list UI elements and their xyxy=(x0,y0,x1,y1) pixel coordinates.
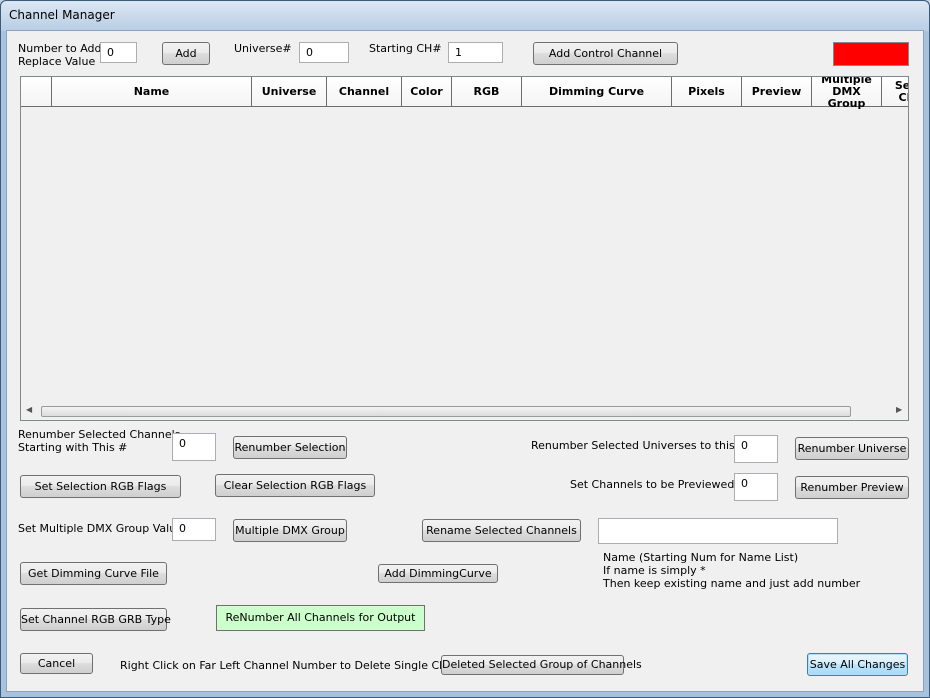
title-bar[interactable]: Channel Manager xyxy=(1,1,929,31)
rename-hint-2: If name is simply * xyxy=(603,564,706,577)
column-header-preview[interactable]: Preview xyxy=(742,77,812,107)
dmx-group-input[interactable]: 0 xyxy=(172,518,216,541)
renumber-preview-button[interactable]: Renumber Preview xyxy=(795,476,909,499)
renumber-universe-button[interactable]: Renumber Universe xyxy=(795,437,909,460)
column-header-dimming-curve[interactable]: Dimming Curve xyxy=(522,77,672,107)
renumber-selection-button[interactable]: Renumber Selection xyxy=(233,436,347,459)
color-swatch[interactable] xyxy=(833,42,909,66)
column-header-pixels[interactable]: Pixels xyxy=(672,77,742,107)
row-header-corner[interactable] xyxy=(21,77,52,107)
channel-grid[interactable]: Name Universe Channel Color RGB Dimming … xyxy=(20,76,909,421)
universe-input[interactable]: 0 xyxy=(299,42,349,63)
starting-ch-input[interactable]: 1 xyxy=(448,42,503,63)
get-dimming-curve-file-button[interactable]: Get Dimming Curve File xyxy=(20,562,167,585)
right-click-hint: Right Click on Far Left Channel Number t… xyxy=(120,659,477,672)
add-button[interactable]: Add xyxy=(162,42,210,65)
column-header-seg-ch[interactable]: Seg Ch xyxy=(882,77,908,107)
scroll-left-icon[interactable]: ◀ xyxy=(26,405,32,414)
preview-input[interactable]: 0 xyxy=(734,473,778,501)
column-header-name[interactable]: Name xyxy=(52,77,252,107)
set-channel-rgb-grb-type-button[interactable]: Set Channel RGB GRB Type xyxy=(20,608,171,631)
dmx-group-label: Set Multiple DMX Group Value xyxy=(18,522,183,535)
column-header-color[interactable]: Color xyxy=(402,77,452,107)
save-all-changes-button[interactable]: Save All Changes xyxy=(807,653,908,676)
number-to-add-input[interactable]: 0 xyxy=(100,42,137,63)
rename-input[interactable] xyxy=(598,518,838,544)
number-to-add-label: Number to Add xyxy=(18,42,102,55)
multiple-dmx-group-button[interactable]: Multiple DMX Group xyxy=(233,519,347,542)
scrollbar-thumb[interactable] xyxy=(41,406,851,417)
starting-ch-label: Starting CH# xyxy=(369,42,442,55)
rename-hint-1: Name (Starting Num for Name List) xyxy=(603,551,799,564)
delete-selected-group-button[interactable]: Deleted Selected Group of Channels xyxy=(441,655,642,675)
window-title: Channel Manager xyxy=(9,8,115,22)
replace-value-label: Replace Value xyxy=(18,55,96,68)
rename-selected-channels-button[interactable]: Rename Selected Channels xyxy=(422,519,581,542)
rename-hint-3: Then keep existing name and just add num… xyxy=(603,577,861,590)
scroll-right-icon[interactable]: ▶ xyxy=(896,405,902,414)
renumber-universes-label: Renumber Selected Universes to this # xyxy=(531,439,748,452)
column-header-channel[interactable]: Channel xyxy=(327,77,402,107)
renumber-selected-label: Renumber Selected Channels xyxy=(18,428,181,441)
add-control-channel-button[interactable]: Add Control Channel xyxy=(533,42,678,65)
set-selection-rgb-flags-button[interactable]: Set Selection RGB Flags xyxy=(20,475,181,498)
renumber-input[interactable]: 0 xyxy=(172,433,216,461)
column-header-multiple-dmx-group[interactable]: Multiple DMX Group xyxy=(812,77,882,109)
cancel-button[interactable]: Cancel xyxy=(20,653,93,674)
renumber-universes-input[interactable]: 0 xyxy=(734,435,778,463)
add-dimming-curve-button[interactable]: Add DimmingCurve xyxy=(378,564,498,583)
column-header-universe[interactable]: Universe xyxy=(252,77,327,107)
set-channels-previewed-label: Set Channels to be Previewed xyxy=(570,478,735,491)
horizontal-scrollbar[interactable]: ◀ ▶ xyxy=(22,404,907,419)
universe-label: Universe# xyxy=(234,42,292,55)
renumber-starting-label: Starting with This # xyxy=(18,441,128,454)
clear-selection-rgb-flags-button[interactable]: Clear Selection RGB Flags xyxy=(215,474,375,497)
column-header-rgb[interactable]: RGB xyxy=(452,77,522,107)
renumber-all-channels-button[interactable]: ReNumber All Channels for Output xyxy=(216,605,425,631)
